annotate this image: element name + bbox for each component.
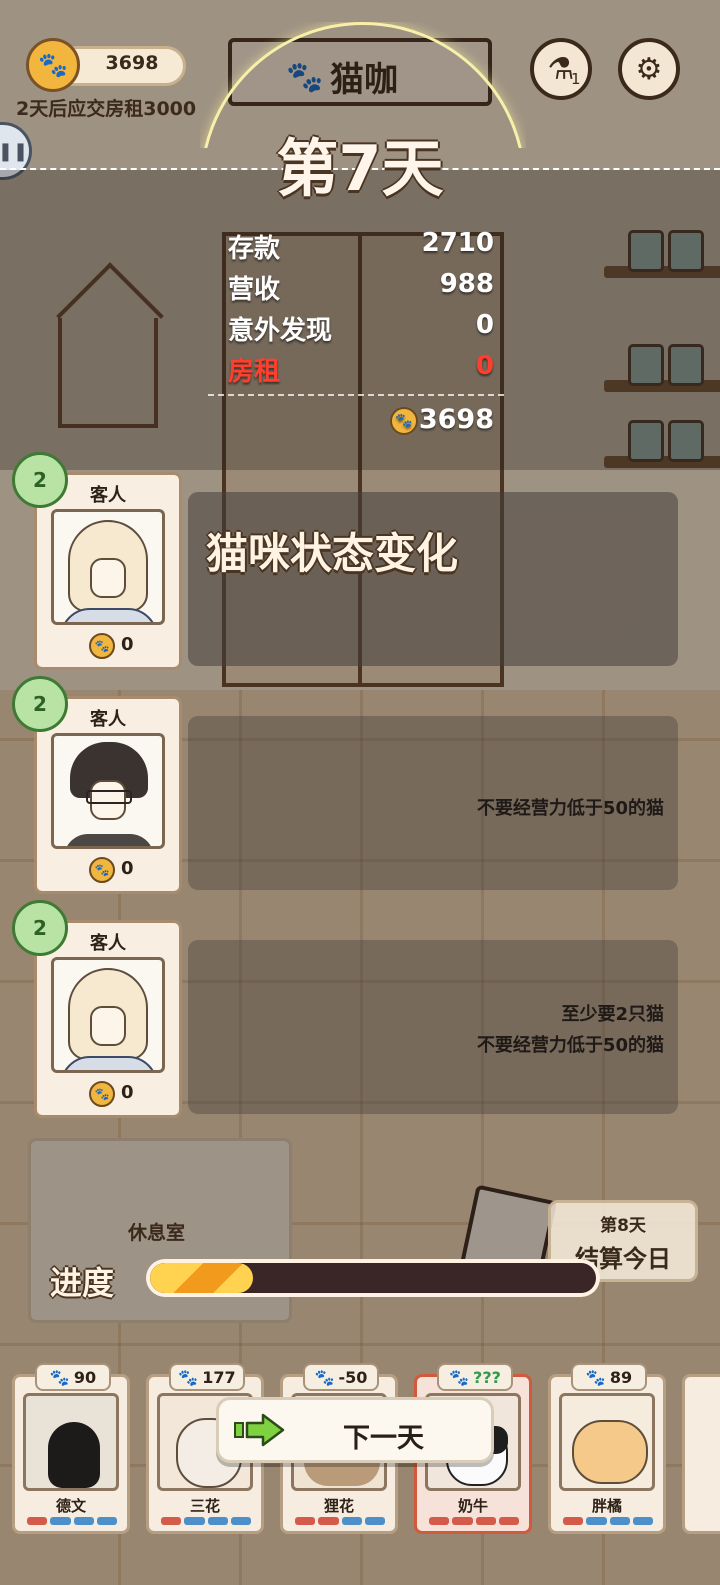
cat-name: 三花 [189,1497,220,1515]
stat-divider [208,394,504,396]
cat-stat-bars [563,1517,653,1525]
settings-button[interactable]: ⚙ [618,38,680,100]
customer-payment: 0 [121,1082,134,1103]
day-title: 第7天 [276,132,444,205]
refresh-button[interactable]: 2 [12,676,68,732]
coin-value: 3698 [105,52,159,74]
stat-value: 2710 [421,228,494,258]
stat-value: 988 [439,269,494,299]
customer-payment: 0 [121,634,134,655]
cat-score-value: 89 [609,1367,633,1387]
stat-label: 房租 [228,357,281,387]
cat-score: 🐾 -50 [303,1363,379,1391]
restroom-label: 休息室 [128,1222,186,1244]
requirement-panel: 不要经营力低于50的猫 [188,716,678,890]
customer-portrait [51,509,165,625]
cat-score-value: -50 [338,1367,368,1387]
paw-coin-icon: 🐾 [390,407,418,435]
cat-portrait [23,1393,119,1491]
cat-card-partial[interactable] [682,1374,720,1534]
stat-value: 0 [475,310,494,340]
refresh-count: 2 [33,468,47,492]
cat-name: 德文 [55,1497,86,1515]
paw-coin-icon: 🐾 [89,857,115,883]
requirement-text: 不要经营力低于50的猫 [476,798,664,819]
cat-name: 胖橘 [591,1497,622,1515]
stat-row-savings: 存款 2710 [228,228,494,264]
paw-icon: 🐾 [49,1367,70,1387]
requirement-text: 不要经营力低于50的猫 [476,1035,664,1056]
cat-stat-bars [161,1517,251,1525]
rent-notice: 2天后应交房租3000 [16,98,197,120]
paw-icon: 🐾 [449,1367,470,1387]
customer-portrait [51,733,165,849]
cat-stat-bars [429,1517,519,1525]
cat-score-value: 90 [73,1367,97,1387]
paw-coin-icon: 🐾 [26,38,80,92]
stat-label: 意外发现 [228,316,333,346]
potion-count: 1 [571,70,581,88]
paw-icon: 🐾 [585,1367,606,1387]
cat-score: 🐾??? [437,1363,513,1391]
customer-payment: 0 [121,858,134,879]
paw-icon: 🐾 [314,1367,335,1387]
progress-label: 进度 [50,1264,115,1302]
cat-score: 🐾 90 [35,1363,111,1391]
cat-status-title: 猫咪状态变化 [206,529,459,578]
cat-score-value: 177 [202,1367,236,1387]
cat-score-value: ??? [473,1367,501,1387]
cat-score: 🐾 89 [571,1363,647,1391]
paw-coin-icon: 🐾 [89,1081,115,1107]
paw-coin-icon: 🐾 [89,633,115,659]
total-value: 3698 [418,404,494,435]
cat-stat-bars [295,1517,385,1525]
stat-row-found: 意外发现 0 [228,310,494,346]
cat-name: 奶牛 [457,1497,488,1515]
refresh-button[interactable]: 2 [12,452,68,508]
stat-row-revenue: 营收 988 [228,269,494,305]
cat-stat-bars [27,1517,117,1525]
stat-label: 营收 [228,275,281,305]
refresh-count: 2 [33,692,47,716]
progress-fill [150,1263,253,1293]
potion-button[interactable]: ⚗ [530,38,592,100]
stat-total: 🐾 3698 [390,404,494,440]
stat-row-rent: 房租 0 [228,351,494,387]
cat-score: 🐾 177 [169,1363,245,1391]
refresh-count: 2 [33,916,47,940]
progress-bar [146,1259,600,1297]
refresh-button[interactable]: 2 [12,900,68,956]
customer-portrait [51,957,165,1073]
arrow-right-icon [234,1413,285,1447]
cat-portrait [559,1393,655,1491]
cat-name: 狸花 [323,1497,354,1515]
next-day-button[interactable]: 下一天 [216,1397,494,1463]
settle-day: 第8天 [600,1216,646,1236]
requirement-panel: 至少要2只猫 不要经营力低于50的猫 [188,940,678,1114]
stat-value: 0 [475,351,494,381]
next-day-label: 下一天 [343,1423,424,1454]
cat-card[interactable]: 🐾 90 德文 [12,1363,130,1534]
paw-icon: 🐾 [178,1367,199,1387]
requirement-text: 至少要2只猫 [561,1004,664,1025]
stat-label: 存款 [228,234,281,264]
cat-card[interactable]: 🐾 89 胖橘 [548,1363,666,1534]
gear-icon: ⚙ [635,51,663,87]
